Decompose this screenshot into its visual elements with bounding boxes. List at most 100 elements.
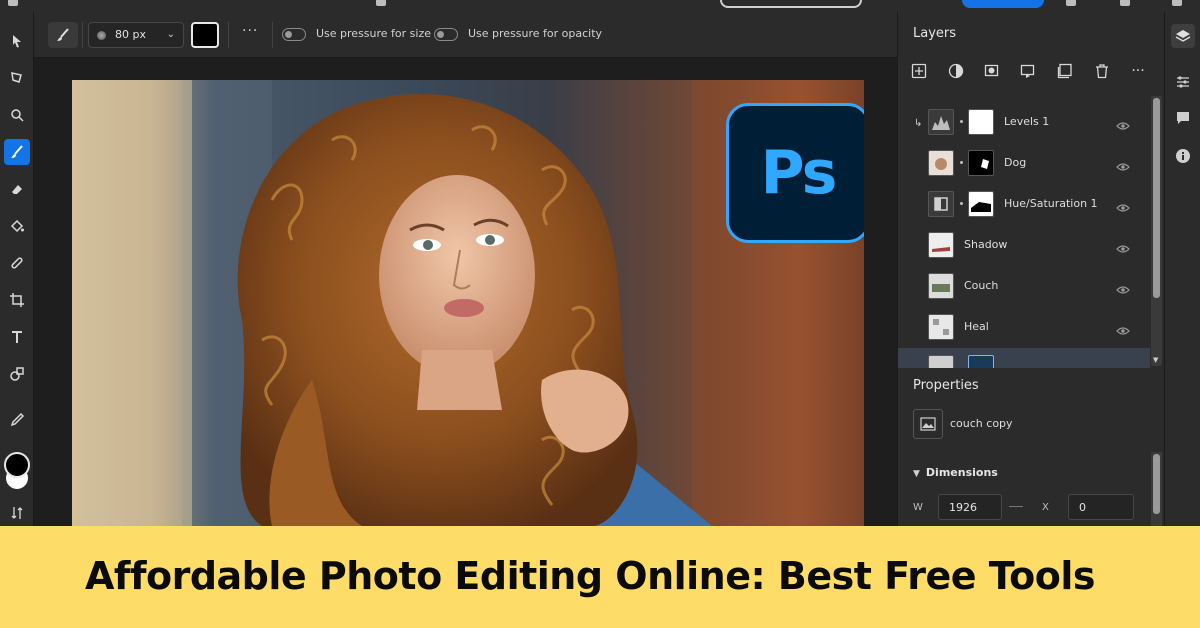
top-app-bar: [0, 0, 1200, 12]
layer-row[interactable]: ↳ Levels 1: [898, 102, 1150, 143]
layer-mask-thumbnail: [968, 191, 994, 217]
layer-thumbnail: [968, 355, 994, 368]
layer-thumbnail: [928, 355, 954, 368]
layer-thumbnail: [928, 232, 954, 258]
brush-color-swatch[interactable]: [191, 22, 219, 48]
layer-row[interactable]: Heal: [898, 307, 1150, 348]
properties-panel-title: Properties: [913, 378, 979, 393]
chevron-down-icon: ▼: [913, 469, 920, 479]
brush-size-dropdown[interactable]: 80 px ⌄: [88, 22, 184, 48]
group-icon[interactable]: [1056, 62, 1074, 80]
levels-adjustment-icon: [928, 109, 954, 135]
eye-icon[interactable]: [1116, 116, 1130, 135]
adjustment-layer-icon[interactable]: [947, 62, 965, 80]
primary-action-button[interactable]: [962, 0, 1044, 8]
layer-row[interactable]: Couch: [898, 266, 1150, 307]
link-icon: [960, 202, 963, 205]
crop-tool-icon[interactable]: [4, 287, 30, 313]
scrollbar-thumb[interactable]: [1153, 98, 1160, 298]
paint-bucket-icon[interactable]: [4, 213, 30, 239]
eraser-tool-icon[interactable]: [4, 176, 30, 202]
mask-icon[interactable]: [983, 62, 1001, 80]
banner-title: Affordable Photo Editing Online: Best Fr…: [85, 554, 1095, 598]
brush-tool-icon[interactable]: [4, 139, 30, 165]
eye-icon[interactable]: [1116, 239, 1130, 258]
properties-scrollbar[interactable]: [1151, 452, 1162, 526]
move-tool-icon[interactable]: [4, 28, 30, 54]
share-button[interactable]: [720, 0, 862, 8]
brush-size-value: 80 px: [115, 28, 146, 41]
layer-name: Shadow: [964, 238, 1008, 251]
layer-name: Dog: [1004, 156, 1027, 169]
layers-scrollbar[interactable]: ▼: [1151, 96, 1162, 366]
layer-row[interactable]: Hue/Saturation 1: [898, 184, 1150, 225]
divider: [82, 22, 83, 48]
right-panel: Layers ··· ↳ Levels 1 Dog Hue/Saturation…: [897, 12, 1164, 526]
notifications-icon[interactable]: [1066, 0, 1076, 6]
layer-row-selected[interactable]: [898, 348, 1150, 368]
scrollbar-thumb[interactable]: [1153, 454, 1160, 514]
eyedropper-icon[interactable]: [4, 407, 30, 433]
doc-icon[interactable]: [376, 0, 386, 6]
pressure-size-label: Use pressure for size: [316, 27, 432, 40]
adjustments-panel-icon[interactable]: [1171, 70, 1195, 94]
swap-colors-icon[interactable]: [4, 500, 30, 526]
app-menu-icon[interactable]: [8, 0, 18, 6]
layer-mask-thumbnail: [968, 150, 994, 176]
eye-icon[interactable]: [1116, 157, 1130, 176]
comments-panel-icon[interactable]: [1171, 106, 1195, 130]
more-icon[interactable]: ···: [1129, 62, 1147, 80]
account-icon[interactable]: [1172, 0, 1182, 6]
layer-name: Couch: [964, 279, 999, 292]
chevron-down-icon: ⌄: [166, 29, 175, 40]
clip-mask-icon[interactable]: [1019, 62, 1037, 80]
options-bar: 80 px ⌄ ··· Use pressure for size Use pr…: [34, 12, 897, 58]
canvas-image[interactable]: Ps: [72, 80, 864, 526]
photoshop-logo: Ps: [726, 103, 864, 243]
more-options-icon[interactable]: ···: [242, 23, 258, 39]
layers-panel-title: Layers: [913, 26, 957, 41]
scroll-down-icon[interactable]: ▼: [1153, 356, 1158, 364]
image-icon: [913, 409, 943, 439]
lasso-tool-icon[interactable]: [4, 65, 30, 91]
layer-thumbnail: [928, 314, 954, 340]
x-field[interactable]: 0: [1068, 494, 1134, 520]
eye-icon[interactable]: [1116, 198, 1130, 217]
x-label: X: [1042, 502, 1049, 513]
pressure-opacity-toggle[interactable]: [434, 28, 458, 41]
layer-name: Heal: [964, 320, 989, 333]
layers-list: ↳ Levels 1 Dog Hue/Saturation 1 Shadow C…: [898, 100, 1150, 368]
eye-icon[interactable]: [1116, 280, 1130, 299]
info-panel-icon[interactable]: [1171, 144, 1195, 168]
quick-select-icon[interactable]: [4, 102, 30, 128]
hue-saturation-icon: [928, 191, 954, 217]
tool-rail: [0, 12, 34, 526]
canvas-area[interactable]: Ps: [34, 58, 897, 526]
type-tool-icon[interactable]: [4, 324, 30, 350]
layers-panel-icon[interactable]: [1171, 24, 1195, 48]
link-icon: [960, 120, 963, 123]
healing-brush-icon[interactable]: [4, 250, 30, 276]
divider: [272, 22, 273, 48]
link-dimensions-icon[interactable]: [1009, 506, 1023, 507]
layer-thumbnail: [928, 273, 954, 299]
brush-preset-icon[interactable]: [48, 22, 78, 48]
delete-icon[interactable]: [1093, 62, 1111, 80]
layer-row[interactable]: Dog: [898, 143, 1150, 184]
dimensions-label: Dimensions: [925, 466, 998, 479]
add-layer-icon[interactable]: [910, 62, 928, 80]
logo-text: Ps: [760, 138, 838, 208]
panel-icon-rail: [1164, 12, 1200, 526]
help-icon[interactable]: [1120, 0, 1130, 6]
pressure-size-toggle[interactable]: [282, 28, 306, 41]
foreground-color-swatch[interactable]: [4, 452, 30, 478]
clip-arrow-icon: ↳: [914, 118, 923, 129]
layer-name: Levels 1: [1004, 115, 1050, 128]
layer-thumbnail: [928, 150, 954, 176]
width-field[interactable]: 1926: [938, 494, 1002, 520]
layer-row[interactable]: Shadow: [898, 225, 1150, 266]
shape-tool-icon[interactable]: [4, 361, 30, 387]
layer-mask-thumbnail: [968, 109, 994, 135]
eye-icon[interactable]: [1116, 321, 1130, 340]
dimensions-section-header[interactable]: ▼ Dimensions: [913, 466, 998, 479]
